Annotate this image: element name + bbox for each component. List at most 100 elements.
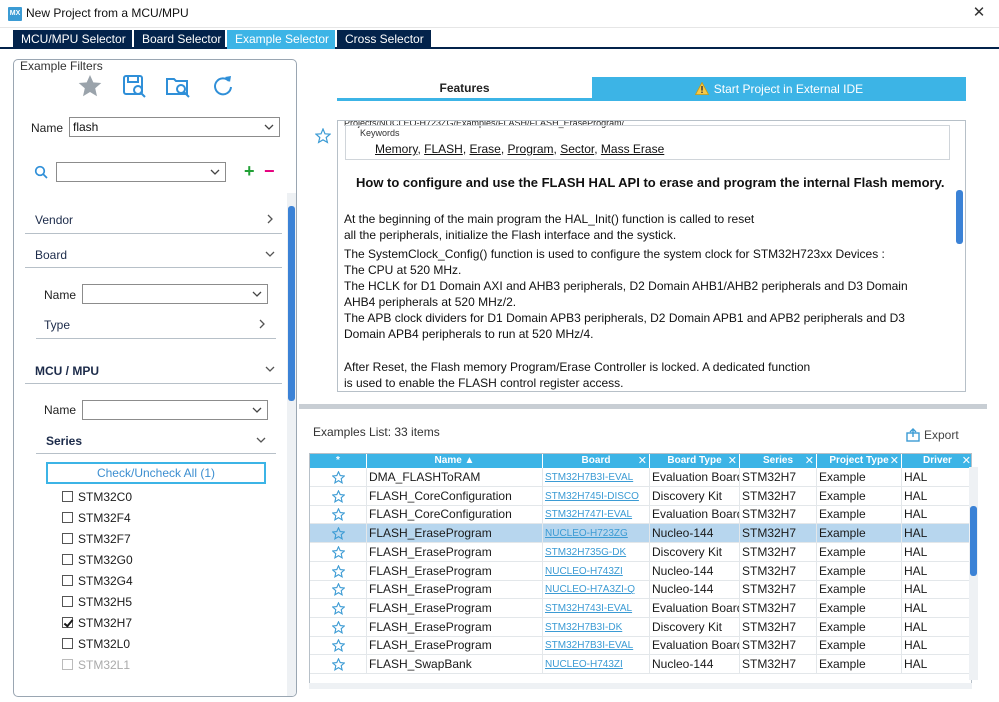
- table-row[interactable]: DMA_FLASHToRAM STM32H7B3I-EVAL Evaluation …: [310, 468, 971, 487]
- cell-board[interactable]: STM32H7B3I-EVAL: [543, 636, 650, 656]
- cell-board[interactable]: STM32H747I-EVAL: [543, 505, 650, 525]
- table-row[interactable]: FLASH_EraseProgram STM32H7B3I-EVAL Evaluat…: [310, 636, 971, 656]
- series-checkbox-item[interactable]: STM32C0: [62, 488, 132, 506]
- series-section-label[interactable]: Series: [46, 434, 82, 448]
- cell-board[interactable]: STM32H745I-DISCO: [543, 486, 650, 506]
- table-row[interactable]: FLASH_EraseProgram NUCLEO-H743ZI Nucleo-14…: [310, 561, 971, 581]
- table-row[interactable]: FLASH_CoreConfiguration STM32H747I-EVAL Ev…: [310, 505, 971, 525]
- mcu-name-dropdown[interactable]: [82, 400, 268, 420]
- checkbox[interactable]: [62, 512, 73, 523]
- table-horizontal-scrollbar[interactable]: [309, 683, 972, 689]
- star-icon[interactable]: [332, 489, 345, 503]
- favorite-cell[interactable]: [310, 505, 367, 525]
- star-icon[interactable]: [332, 471, 345, 484]
- column-header-project-type[interactable]: Project Type ✕: [817, 454, 902, 468]
- export-button[interactable]: Export: [906, 428, 959, 442]
- table-row[interactable]: FLASH_EraseProgram STM32H743I-EVAL Evaluat…: [310, 598, 971, 618]
- star-icon[interactable]: [332, 527, 345, 541]
- checkbox[interactable]: [62, 554, 73, 565]
- close-icon[interactable]: ✕: [967, 2, 991, 24]
- tab-mcu-selector[interactable]: MCU/MPU Selector: [13, 30, 132, 49]
- star-icon[interactable]: [332, 508, 345, 522]
- open-filter-icon[interactable]: [164, 72, 192, 100]
- splitter-handle[interactable]: [299, 404, 987, 409]
- star-icon[interactable]: [332, 639, 345, 653]
- tab-board-selector[interactable]: Board Selector: [134, 30, 225, 49]
- favorite-cell[interactable]: [310, 598, 367, 618]
- series-checkbox-item[interactable]: STM32G4: [62, 572, 133, 590]
- star-icon[interactable]: [332, 620, 345, 634]
- checkbox-checked[interactable]: [62, 617, 73, 628]
- cell-board[interactable]: STM32H7B3I-EVAL: [543, 468, 650, 487]
- table-row[interactable]: FLASH_CoreConfiguration STM32H745I-DISCO D…: [310, 486, 971, 506]
- keyword-link[interactable]: Sector: [560, 142, 594, 156]
- keyword-link[interactable]: Memory: [375, 142, 417, 156]
- cell-board[interactable]: NUCLEO-H7A3ZI-Q: [543, 580, 650, 600]
- check-uncheck-all-button[interactable]: Check/Uncheck All (1): [46, 462, 266, 484]
- column-header-board-type[interactable]: Board Type ✕: [650, 454, 740, 468]
- features-tab[interactable]: Features: [337, 77, 592, 101]
- favorite-cell[interactable]: [310, 580, 367, 600]
- cell-board[interactable]: STM32H735G-DK: [543, 542, 650, 562]
- table-row[interactable]: FLASH_EraseProgram NUCLEO-H7A3ZI-Q Nucleo-…: [310, 580, 971, 600]
- column-header-driver[interactable]: Driver ✕: [902, 454, 971, 468]
- tab-cross-selector[interactable]: Cross Selector: [337, 30, 431, 49]
- keyword-link[interactable]: Erase: [469, 142, 500, 156]
- table-row[interactable]: FLASH_SwapBank NUCLEO-H743ZI Nucleo-144 STM…: [310, 655, 971, 674]
- column-header-favorite[interactable]: *: [310, 454, 367, 468]
- favorite-cell[interactable]: [310, 468, 367, 487]
- keyword-link[interactable]: Program: [508, 142, 554, 156]
- series-checkbox-item[interactable]: STM32F4: [62, 509, 131, 527]
- add-filter-button[interactable]: +: [244, 162, 255, 180]
- type-section-label[interactable]: Type: [44, 318, 70, 332]
- reset-icon[interactable]: [209, 72, 237, 100]
- checkbox[interactable]: [62, 638, 73, 649]
- cell-board[interactable]: NUCLEO-H723ZG: [543, 524, 650, 544]
- chevron-down-icon[interactable]: [255, 434, 267, 446]
- series-checkbox-item[interactable]: STM32L0: [62, 635, 130, 653]
- checkbox[interactable]: [62, 533, 73, 544]
- checkbox[interactable]: [62, 575, 73, 586]
- description-scrollbar-thumb[interactable]: [956, 190, 963, 244]
- board-section-label[interactable]: Board: [35, 248, 67, 262]
- checkbox[interactable]: [62, 596, 73, 607]
- cell-board[interactable]: NUCLEO-H743ZI: [543, 655, 650, 674]
- chevron-right-icon[interactable]: [264, 213, 276, 225]
- series-checkbox-item[interactable]: STM32F7: [62, 530, 131, 548]
- table-row-selected[interactable]: FLASH_EraseProgram NUCLEO-H723ZG Nucleo-14…: [310, 524, 971, 544]
- remove-filter-button[interactable]: −: [264, 162, 275, 180]
- chevron-right-icon[interactable]: [256, 318, 268, 330]
- table-row[interactable]: FLASH_EraseProgram STM32H7B3I-DK Discovery…: [310, 617, 971, 637]
- mcu-section-label[interactable]: MCU / MPU: [35, 364, 99, 378]
- series-checkbox-item-checked[interactable]: STM32H7: [62, 614, 132, 632]
- star-icon[interactable]: [332, 601, 345, 615]
- keyword-link[interactable]: FLASH: [424, 142, 463, 156]
- star-icon[interactable]: [76, 72, 104, 100]
- cell-board[interactable]: NUCLEO-H743ZI: [543, 561, 650, 581]
- chevron-down-icon[interactable]: [264, 248, 276, 260]
- favorite-cell[interactable]: [310, 561, 367, 581]
- series-checkbox-item[interactable]: STM32H5: [62, 593, 132, 611]
- keyword-filter-dropdown[interactable]: [56, 162, 226, 182]
- checkbox[interactable]: [62, 491, 73, 502]
- table-scrollbar-thumb[interactable]: [970, 506, 977, 576]
- cell-board[interactable]: STM32H7B3I-DK: [543, 617, 650, 637]
- name-filter-input[interactable]: flash: [69, 117, 280, 137]
- column-header-board[interactable]: Board ✕: [543, 454, 650, 468]
- favorite-cell[interactable]: [310, 636, 367, 656]
- series-checkbox-item[interactable]: STM32G0: [62, 551, 133, 569]
- column-header-name[interactable]: Name ▲: [367, 454, 543, 468]
- board-name-dropdown[interactable]: [82, 284, 268, 304]
- column-header-series[interactable]: Series ✕: [740, 454, 817, 468]
- star-icon[interactable]: [332, 583, 345, 597]
- save-filter-icon[interactable]: [120, 72, 148, 100]
- favorite-star-icon[interactable]: [315, 128, 331, 144]
- favorite-cell[interactable]: [310, 486, 367, 506]
- star-icon[interactable]: [332, 564, 345, 578]
- start-project-button[interactable]: Start Project in External IDE: [592, 77, 966, 101]
- favorite-cell[interactable]: [310, 542, 367, 562]
- favorite-cell[interactable]: [310, 617, 367, 637]
- star-icon[interactable]: [332, 658, 345, 671]
- favorite-cell[interactable]: [310, 655, 367, 674]
- chevron-down-icon[interactable]: [264, 363, 276, 375]
